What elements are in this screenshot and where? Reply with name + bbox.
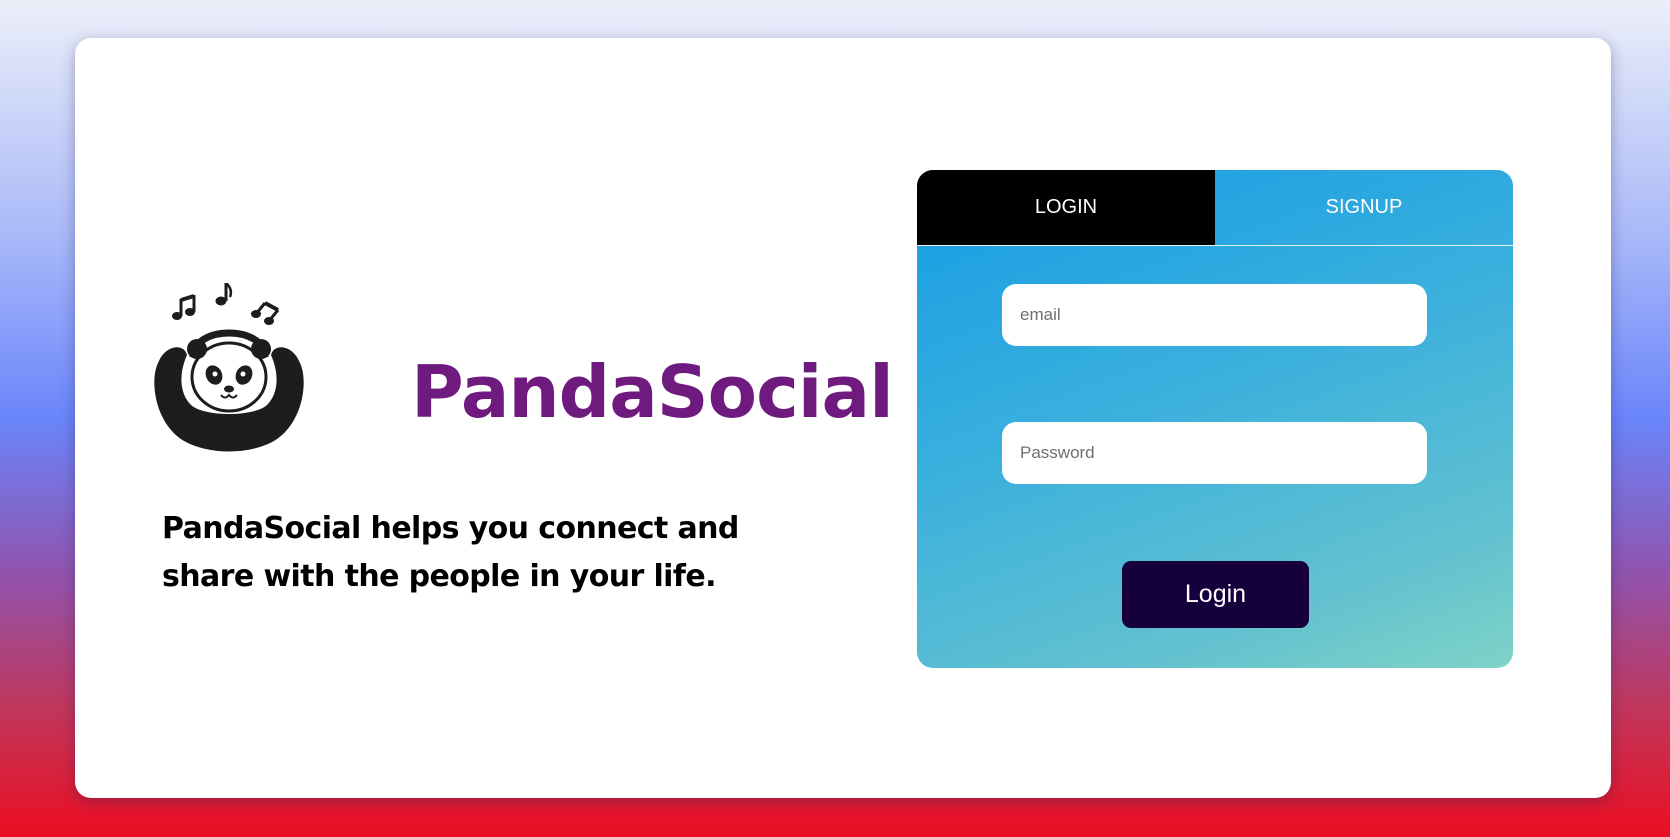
tab-login[interactable]: LOGIN bbox=[917, 170, 1215, 245]
brand-tagline: PandaSocial helps you connect and share … bbox=[162, 511, 739, 594]
brand-name: PandaSocial bbox=[411, 350, 894, 434]
auth-panel: LOGIN SIGNUP Login bbox=[917, 170, 1513, 668]
panda-logo-icon bbox=[149, 283, 309, 453]
main-card: PandaSocial PandaSocial helps you connec… bbox=[75, 38, 1611, 798]
email-input[interactable] bbox=[1002, 284, 1427, 346]
auth-tabs: LOGIN SIGNUP bbox=[917, 170, 1513, 246]
tab-signup[interactable]: SIGNUP bbox=[1215, 170, 1513, 245]
brand-section: PandaSocial PandaSocial helps you connec… bbox=[149, 283, 894, 594]
password-input[interactable] bbox=[1002, 422, 1427, 484]
login-button[interactable]: Login bbox=[1122, 561, 1309, 628]
